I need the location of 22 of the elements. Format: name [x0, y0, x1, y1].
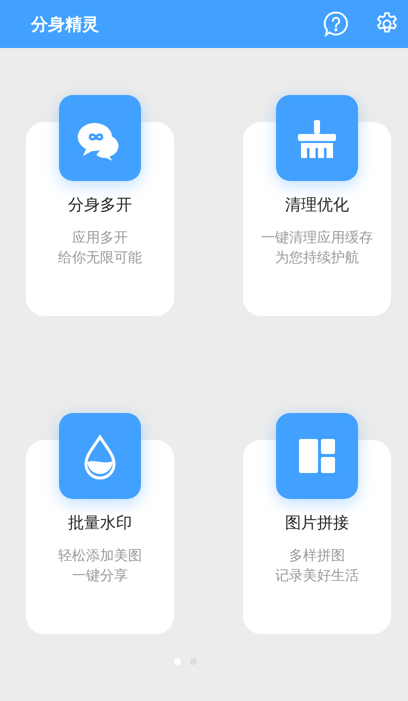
grid-layout-icon: [276, 413, 358, 499]
water-drop-icon: [59, 413, 141, 499]
feature-title: 清理优化: [285, 195, 349, 216]
chat-bubbles-icon: [59, 95, 141, 181]
feature-description: 给你无限可能: [58, 249, 142, 268]
broom-icon: [276, 95, 358, 181]
feature-card[interactable]: 批量水印 轻松添加美图 一键分享: [26, 413, 174, 634]
feature-card[interactable]: 分身多开 应用多开 给你无限可能: [26, 95, 174, 316]
feature-title: 分身多开: [68, 195, 132, 216]
feature-card[interactable]: 清理优化 一键清理应用缓存 为您持续护航: [243, 95, 391, 316]
app-title: 分身精灵: [31, 14, 99, 36]
feature-card[interactable]: 图片拼接 多样拼图 记录美好生活: [243, 413, 391, 634]
feature-description: 为您持续护航: [275, 249, 359, 268]
help-icon[interactable]: [322, 10, 350, 38]
feature-description: 记录美好生活: [275, 567, 359, 586]
feature-title: 图片拼接: [285, 513, 349, 534]
feature-description: 一键清理应用缓存: [261, 229, 373, 248]
feature-description: 应用多开: [72, 229, 128, 248]
feature-description: 多样拼图: [289, 547, 345, 566]
feature-description: 轻松添加美图: [58, 547, 142, 566]
feature-description: 一键分享: [72, 567, 128, 586]
feature-title: 批量水印: [68, 513, 132, 534]
